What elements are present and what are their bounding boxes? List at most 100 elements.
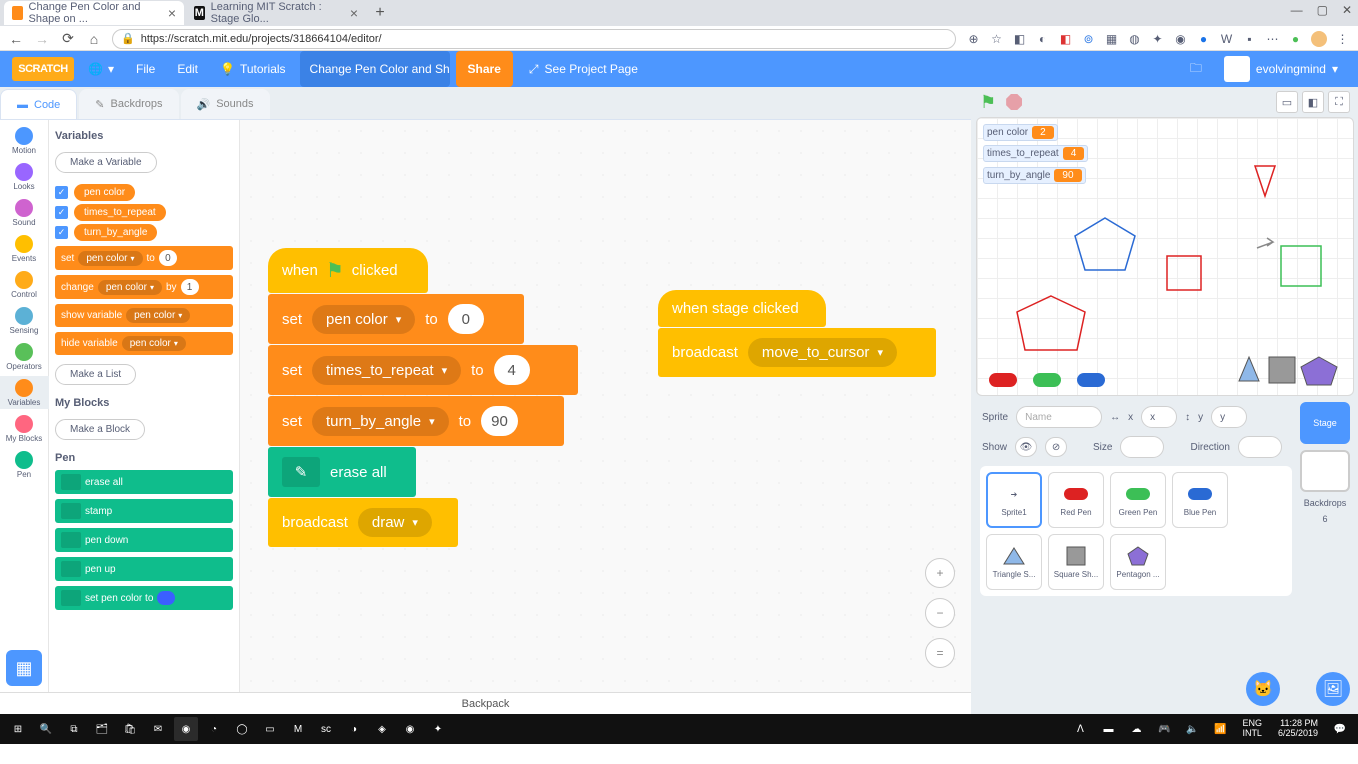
sprite-y-input[interactable]: y: [1211, 406, 1247, 428]
ext-icon[interactable]: ◉: [1173, 31, 1188, 46]
language-menu[interactable]: 🌐▾: [80, 51, 122, 87]
ext-icon[interactable]: ⊚: [1081, 31, 1096, 46]
address-bar[interactable]: 🔒 https://scratch.mit.edu/projects/31866…: [112, 29, 956, 49]
my-stuff-icon[interactable]: 🗀: [1182, 59, 1210, 80]
tab-code[interactable]: ▬Code: [0, 89, 77, 119]
make-block-button[interactable]: Make a Block: [55, 419, 145, 440]
ext-icon[interactable]: ▦: [1104, 31, 1119, 46]
cat-events[interactable]: Events: [0, 232, 49, 265]
stage-small-button[interactable]: ▭: [1276, 91, 1298, 113]
tab-close-icon[interactable]: ×: [350, 5, 358, 21]
stage-thumb[interactable]: Stage: [1300, 402, 1350, 444]
block-when-flag-clicked[interactable]: when ⚑ clicked: [268, 248, 428, 293]
make-list-button[interactable]: Make a List: [55, 364, 136, 385]
forward-icon[interactable]: →: [34, 31, 50, 47]
block-stamp[interactable]: stamp: [55, 499, 233, 523]
cat-sensing[interactable]: Sensing: [0, 304, 49, 337]
checkbox-icon[interactable]: ✓: [55, 186, 68, 199]
var-row[interactable]: ✓times_to_repeat: [55, 204, 233, 221]
block-set-turn-by-angle[interactable]: set turn_by_angle▾ to 90: [268, 396, 564, 446]
app-icon[interactable]: ▭: [258, 717, 282, 741]
tray-icon[interactable]: ☁: [1124, 717, 1148, 741]
cat-myblocks[interactable]: My Blocks: [0, 412, 49, 445]
workspace[interactable]: when ⚑ clicked set pen color▾ to 0 set t…: [240, 120, 971, 692]
project-title-input[interactable]: Change Pen Color and Sh…: [300, 51, 450, 87]
block-set-pen-color[interactable]: set pen color▾ to 0: [268, 294, 524, 344]
new-tab-button[interactable]: +: [368, 4, 392, 22]
app-icon[interactable]: sc: [314, 717, 338, 741]
scratch-logo[interactable]: SCRATCH: [12, 57, 74, 81]
start-button[interactable]: ⊞: [6, 717, 30, 741]
block-broadcast-move[interactable]: broadcast move_to_cursor▾: [658, 328, 936, 377]
size-input[interactable]: [1120, 436, 1164, 458]
app-icon[interactable]: ◉: [398, 717, 422, 741]
block-set-times-to-repeat[interactable]: set times_to_repeat▾ to 4: [268, 345, 578, 395]
ext-icon[interactable]: ◧: [1058, 31, 1073, 46]
cat-looks[interactable]: Looks: [0, 160, 49, 193]
ext-icon[interactable]: W: [1219, 31, 1234, 46]
ext-icon[interactable]: ⋯: [1265, 31, 1280, 46]
cat-sound[interactable]: Sound: [0, 196, 49, 229]
backpack-bar[interactable]: Backpack: [0, 692, 971, 714]
ext-icon[interactable]: ◍: [1127, 31, 1142, 46]
tab-close-icon[interactable]: ×: [168, 5, 176, 21]
sprite-tile-pentagon[interactable]: Pentagon ...: [1110, 534, 1166, 590]
stage-large-button[interactable]: ◧: [1302, 91, 1324, 113]
block-set-var[interactable]: set pen color▾ to 0: [55, 246, 233, 270]
green-flag-button[interactable]: ⚑: [980, 92, 996, 113]
file-menu[interactable]: File: [128, 51, 163, 87]
zoom-reset-button[interactable]: =: [925, 638, 955, 668]
block-hide-var[interactable]: hide variable pen color▾: [55, 332, 233, 355]
block-broadcast-draw[interactable]: broadcast draw▾: [268, 498, 458, 547]
ext-icon[interactable]: ▪: [1242, 31, 1257, 46]
tray-icon[interactable]: 📶: [1208, 717, 1232, 741]
add-extension-button[interactable]: ▦: [6, 650, 42, 686]
zoom-out-button[interactable]: −: [925, 598, 955, 628]
fullscreen-button[interactable]: ⛶: [1328, 91, 1350, 113]
browser-tab-2[interactable]: M Learning MIT Scratch : Stage Glo... ×: [186, 1, 366, 25]
checkbox-icon[interactable]: ✓: [55, 226, 68, 239]
sprite-tile-triangle[interactable]: Triangle S...: [986, 534, 1042, 590]
share-button[interactable]: Share: [456, 51, 513, 87]
ext-icon[interactable]: ✦: [1150, 31, 1165, 46]
var-row[interactable]: ✓turn_by_angle: [55, 224, 233, 241]
app-icon[interactable]: ◑: [342, 717, 366, 741]
zoom-icon[interactable]: ⊕: [966, 31, 981, 46]
make-variable-button[interactable]: Make a Variable: [55, 152, 157, 173]
sprite-name-input[interactable]: Name: [1016, 406, 1102, 428]
sprite-tile-square[interactable]: Square Sh...: [1048, 534, 1104, 590]
tab-backdrops[interactable]: ✎Backdrops: [79, 89, 178, 119]
ext-icon[interactable]: ◧: [1012, 31, 1027, 46]
block-pen-down[interactable]: pen down: [55, 528, 233, 552]
cat-motion[interactable]: Motion: [0, 124, 49, 157]
sprite-x-input[interactable]: x: [1141, 406, 1177, 428]
sprite-tile-blue-pen[interactable]: Blue Pen: [1172, 472, 1228, 528]
script-stack-2[interactable]: when stage clicked broadcast move_to_cur…: [658, 290, 936, 377]
tutorials-button[interactable]: 💡Tutorials: [212, 51, 294, 87]
sprite-tile-sprite1[interactable]: ➔Sprite1: [986, 472, 1042, 528]
stage-thumb-preview[interactable]: [1300, 450, 1350, 492]
taskbar-datetime[interactable]: 11:28 PM 6/25/2019: [1272, 719, 1324, 739]
tray-icon[interactable]: 🔈: [1180, 717, 1204, 741]
block-erase-all-ws[interactable]: ✎ erase all: [268, 447, 416, 497]
back-icon[interactable]: ←: [8, 31, 24, 47]
cat-pen[interactable]: Pen: [0, 448, 49, 481]
mail-icon[interactable]: ✉: [146, 717, 170, 741]
green-pen-sprite[interactable]: [1033, 373, 1061, 387]
notifications-icon[interactable]: 💬: [1328, 717, 1352, 741]
browser-tab-active[interactable]: Change Pen Color and Shape on ... ×: [4, 1, 184, 25]
store-icon[interactable]: 🛍: [118, 717, 142, 741]
stop-button[interactable]: [1006, 94, 1022, 110]
blender-icon[interactable]: ◔: [202, 717, 226, 741]
maximize-icon[interactable]: ▢: [1317, 3, 1328, 17]
checkbox-icon[interactable]: ✓: [55, 206, 68, 219]
sprite-tile-red-pen[interactable]: Red Pen: [1048, 472, 1104, 528]
ext-icon[interactable]: ◐: [1035, 31, 1050, 46]
hide-button[interactable]: ⊘: [1045, 437, 1067, 457]
block-erase-all[interactable]: erase all: [55, 470, 233, 494]
block-when-stage-clicked[interactable]: when stage clicked: [658, 290, 826, 327]
var-row[interactable]: ✓pen color: [55, 184, 233, 201]
minimize-icon[interactable]: —: [1291, 3, 1303, 17]
reload-icon[interactable]: ⟳: [60, 30, 76, 47]
star-icon[interactable]: ☆: [989, 31, 1004, 46]
